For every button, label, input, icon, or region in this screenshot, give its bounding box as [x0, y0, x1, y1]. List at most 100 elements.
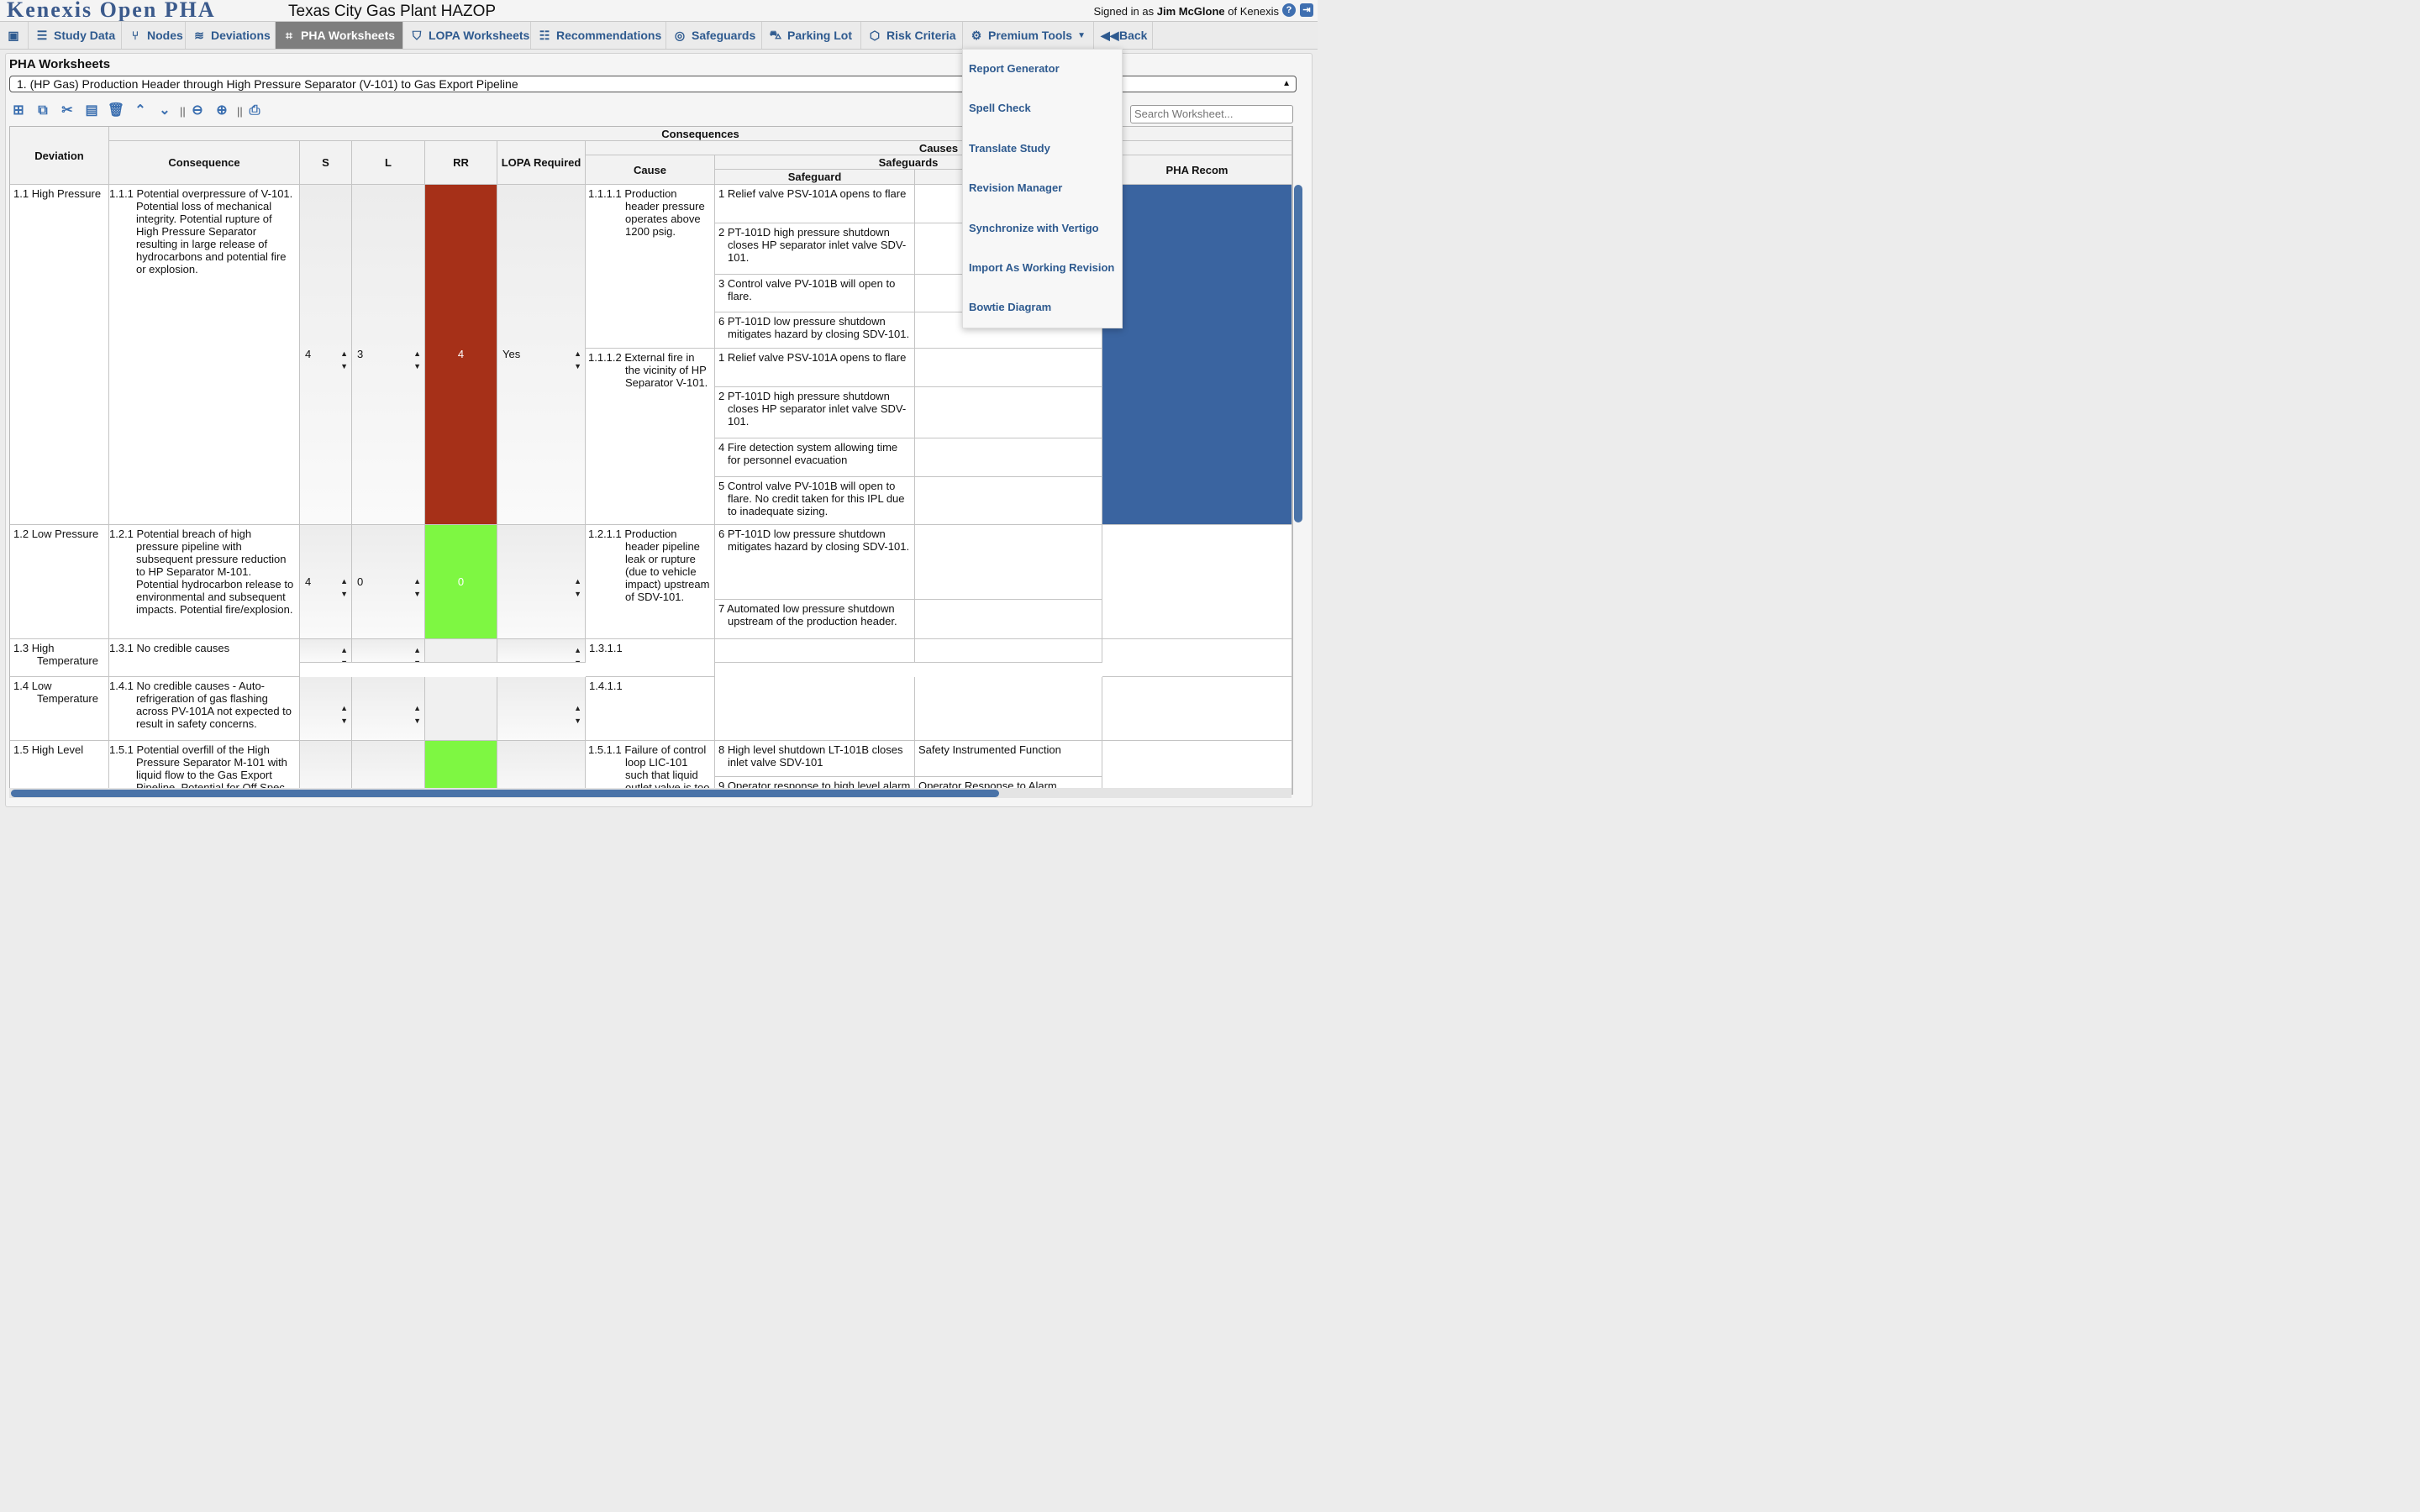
col-header-lopa-required: LOPA Required: [497, 141, 586, 185]
deviation-cell[interactable]: 1.4 Low Temperature: [10, 677, 109, 741]
zoom-out-icon[interactable]: ⊖: [188, 102, 207, 119]
lopa-required-select[interactable]: [497, 741, 586, 794]
pha-recommendation-cell[interactable]: [1102, 741, 1292, 794]
trash-icon[interactable]: 🗑: [107, 102, 125, 119]
gears-icon: ⚙: [971, 28, 982, 42]
severity-select[interactable]: 4 ▲ ▼: [300, 525, 352, 639]
cause-cell[interactable]: 1.3.1.1: [586, 639, 715, 677]
likelihood-select[interactable]: [352, 741, 425, 794]
safeguard-cell[interactable]: 5 Control valve PV-101B will open to fla…: [715, 477, 915, 525]
cause-cell[interactable]: 1.4.1.1: [586, 677, 715, 741]
safeguard-type-cell[interactable]: [915, 525, 1102, 600]
lopa-required-select[interactable]: Yes ▲ ▼: [497, 185, 586, 525]
deviation-cell[interactable]: 1.2 Low Pressure: [10, 525, 109, 639]
help-icon[interactable]: ?: [1282, 3, 1296, 17]
pha-recommendation-cell-selected[interactable]: [1102, 185, 1292, 525]
severity-select[interactable]: ▲ ▼: [300, 639, 352, 663]
tab-deviations[interactable]: ≋ Deviations: [186, 22, 276, 49]
menu-item-translate-study[interactable]: Translate Study: [969, 142, 1050, 155]
add-icon[interactable]: ⊞: [9, 102, 28, 119]
shield-icon: ⛉: [412, 28, 422, 42]
logout-icon[interactable]: ⇥: [1300, 3, 1313, 17]
tab-safeguards[interactable]: ◎ Safeguards: [666, 22, 762, 49]
severity-select[interactable]: [300, 741, 352, 794]
horizontal-scrollbar[interactable]: [9, 788, 1292, 798]
likelihood-select[interactable]: 0 ▲ ▼: [352, 525, 425, 639]
lopa-required-select[interactable]: ▲ ▼: [497, 677, 586, 741]
tab-risk-criteria[interactable]: ⬡ Risk Criteria: [861, 22, 963, 49]
consequence-cell[interactable]: 1.1.1 Potential overpressure of V-101. P…: [109, 185, 300, 525]
horizontal-scroll-thumb[interactable]: [11, 790, 999, 797]
menu-item-import-working-revision[interactable]: Import As Working Revision: [969, 261, 1114, 274]
consequence-cell[interactable]: 1.3.1 No credible causes: [109, 639, 300, 677]
safeguard-cell[interactable]: 8 High level shutdown LT-101B closes inl…: [715, 741, 915, 777]
cause-cell[interactable]: 1.5.1.1 Failure of control loop LIC-101 …: [586, 741, 715, 794]
tab-nodes[interactable]: ⑂ Nodes: [122, 22, 186, 49]
safeguard-type-cell[interactable]: [915, 600, 1102, 639]
consequence-cell[interactable]: 1.5.1 Potential overfill of the High Pre…: [109, 741, 300, 794]
safeguard-cell[interactable]: 3 Control valve PV-101B will open to fla…: [715, 275, 915, 312]
cause-cell[interactable]: 1.2.1.1 Production header pipeline leak …: [586, 525, 715, 639]
likelihood-select[interactable]: ▲ ▼: [352, 677, 425, 741]
pha-recommendation-cell[interactable]: [1102, 677, 1292, 741]
safeguard-cell[interactable]: 1 Relief valve PSV-101A opens to flare: [715, 185, 915, 223]
print-icon[interactable]: ⎙: [245, 102, 264, 119]
menu-item-synchronize-vertigo[interactable]: Synchronize with Vertigo: [969, 222, 1099, 234]
tab-back[interactable]: ◀◀ Back: [1094, 22, 1153, 49]
safeguard-cell[interactable]: 2 PT-101D high pressure shutdown closes …: [715, 387, 915, 438]
deviation-cell[interactable]: 1.3 High Temperature: [10, 639, 109, 677]
safeguard-type-cell[interactable]: [915, 677, 1102, 741]
premium-tools-menu: Report Generator Spell Check Translate S…: [962, 49, 1123, 328]
menu-item-bowtie-diagram[interactable]: Bowtie Diagram: [969, 301, 1051, 313]
lopa-required-select[interactable]: ▲ ▼: [497, 525, 586, 639]
safeguard-cell[interactable]: 4 Fire detection system allowing time fo…: [715, 438, 915, 477]
cause-cell[interactable]: 1.1.1.2 External fire in the vicinity of…: [586, 349, 715, 525]
deviation-cell[interactable]: 1.5 High Level: [10, 741, 109, 794]
move-down-icon[interactable]: ⌄: [155, 102, 174, 119]
safeguard-cell[interactable]: 2 PT-101D high pressure shutdown closes …: [715, 223, 915, 275]
deviation-cell[interactable]: 1.1 High Pressure: [10, 185, 109, 525]
tab-lopa-worksheets[interactable]: ⛉ LOPA Worksheets: [403, 22, 531, 49]
safeguard-type-cell[interactable]: [915, 438, 1102, 477]
consequence-cell[interactable]: 1.4.1 No credible causes - Auto-refriger…: [109, 677, 300, 741]
cause-cell[interactable]: 1.1.1.1 Production header pressure opera…: [586, 185, 715, 349]
severity-select[interactable]: 4 ▲ ▼: [300, 185, 352, 525]
safeguard-type-cell[interactable]: Safety Instrumented Function: [915, 741, 1102, 777]
worksheet-toolbar: ⊞ ⧉ ✂ ▤ 🗑 ⌃ ⌄ || ⊖ ⊕ || ⎙: [9, 102, 270, 119]
safeguard-type-cell[interactable]: [915, 387, 1102, 438]
safeguard-cell[interactable]: [715, 639, 915, 663]
safeguard-type-cell[interactable]: [915, 349, 1102, 387]
tab-recommendations[interactable]: ☷ Recommendations: [531, 22, 666, 49]
tab-parking-lot[interactable]: ⛍ Parking Lot: [762, 22, 861, 49]
search-input[interactable]: [1130, 105, 1293, 123]
paste-icon[interactable]: ▤: [82, 102, 101, 119]
safeguard-cell[interactable]: 6 PT-101D low pressure shutdown mitigate…: [715, 525, 915, 600]
tab-save[interactable]: ▣: [0, 22, 29, 49]
zoom-in-icon[interactable]: ⊕: [213, 102, 231, 119]
tab-premium-tools[interactable]: ⚙ Premium Tools ▼: [963, 22, 1094, 49]
menu-item-report-generator[interactable]: Report Generator: [969, 62, 1060, 75]
tab-study-data[interactable]: ☰ Study Data: [29, 22, 122, 49]
vertical-scroll-thumb[interactable]: [1294, 185, 1302, 522]
safeguard-cell[interactable]: 6 PT-101D low pressure shutdown mitigate…: [715, 312, 915, 349]
pha-recommendation-cell[interactable]: [1102, 525, 1292, 639]
pha-recommendation-cell[interactable]: [1102, 639, 1292, 677]
tab-pha-worksheets[interactable]: ⌗ PHA Worksheets: [276, 22, 403, 49]
lopa-required-select[interactable]: ▲ ▼: [497, 639, 586, 663]
safeguard-cell[interactable]: 1 Relief valve PSV-101A opens to flare: [715, 349, 915, 387]
safeguard-type-cell[interactable]: [915, 639, 1102, 663]
consequence-cell[interactable]: 1.2.1 Potential breach of high pressure …: [109, 525, 300, 639]
likelihood-select[interactable]: ▲ ▼: [352, 639, 425, 663]
list-icon: ☷: [539, 28, 550, 42]
safeguard-type-cell[interactable]: [915, 477, 1102, 525]
main-nav: ▣ ☰ Study Data ⑂ Nodes ≋ Deviations ⌗ PHA Wo…: [0, 21, 1318, 50]
safeguard-cell[interactable]: 7 Automated low pressure shutdown upstre…: [715, 600, 915, 639]
severity-select[interactable]: ▲ ▼: [300, 677, 352, 741]
move-up-icon[interactable]: ⌃: [131, 102, 150, 119]
menu-item-revision-manager[interactable]: Revision Manager: [969, 181, 1062, 194]
cut-icon[interactable]: ✂: [58, 102, 76, 119]
copy-icon[interactable]: ⧉: [34, 102, 52, 119]
menu-item-spell-check[interactable]: Spell Check: [969, 102, 1031, 114]
safeguard-cell[interactable]: [715, 677, 915, 741]
likelihood-select[interactable]: 3 ▲ ▼: [352, 185, 425, 525]
